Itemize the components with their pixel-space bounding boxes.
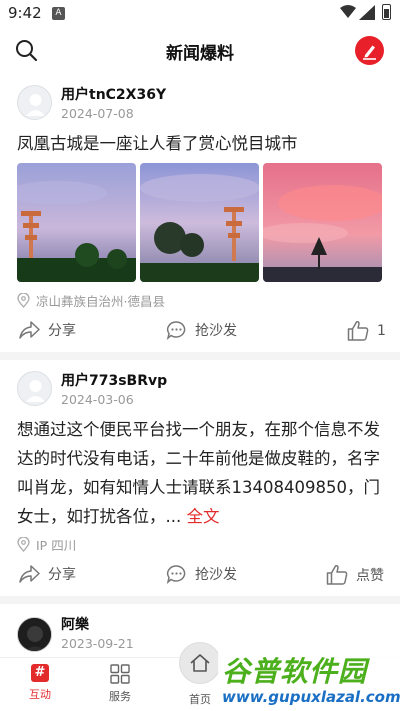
grid-icon — [110, 664, 130, 684]
default-avatar-icon — [18, 372, 51, 405]
avatar[interactable] — [17, 85, 52, 120]
share-icon — [19, 565, 40, 583]
nav-bar: 新闻爆料 — [0, 28, 400, 74]
post-author[interactable]: 阿樂 — [61, 614, 89, 634]
comment-label: 抢沙发 — [195, 567, 237, 583]
share-label: 分享 — [48, 567, 76, 583]
comment-icon — [166, 321, 186, 340]
hashtag-icon: # — [31, 664, 49, 682]
tab-home[interactable]: 首页 — [178, 642, 222, 707]
post-actions: 分享 抢沙发 点赞 — [0, 561, 400, 591]
battery-icon — [382, 4, 391, 20]
home-icon — [190, 654, 210, 672]
like-button[interactable]: 点赞 — [326, 564, 384, 585]
tab-interact[interactable]: # 互动 — [24, 664, 56, 702]
read-more-link[interactable]: 全文 — [181, 507, 219, 526]
home-button[interactable] — [179, 642, 221, 684]
wifi-icon — [340, 5, 356, 18]
user-photo-avatar — [18, 618, 51, 651]
post-author[interactable]: 用户773sBRvp — [61, 370, 167, 390]
status-bar: 9:42 A — [0, 0, 400, 28]
location-pin-icon — [17, 293, 30, 308]
post-divider — [0, 352, 400, 360]
tab-interact-label: 互动 — [29, 688, 51, 701]
thumbs-up-icon — [326, 565, 348, 585]
post-location: IP 四川 — [17, 535, 76, 554]
post-date: 2023-09-21 — [61, 636, 134, 651]
watermark: 谷普软件园 www.gupuxlazal.com — [218, 646, 400, 711]
comment-button[interactable]: 抢沙发 — [166, 320, 237, 340]
post-text[interactable]: 凤凰古城是一座让人看了赏心悦目城市 — [17, 129, 385, 158]
post-divider — [0, 596, 400, 604]
comment-icon — [166, 565, 186, 584]
notification-icon: A — [52, 7, 65, 20]
post-news-button[interactable] — [355, 36, 384, 65]
thumbs-up-icon — [347, 321, 369, 341]
like-count: 1 — [377, 322, 386, 339]
tab-services[interactable]: 服务 — [104, 664, 136, 704]
comment-label: 抢沙发 — [195, 323, 237, 339]
post-photo[interactable] — [17, 163, 136, 282]
default-avatar-icon — [18, 86, 51, 119]
status-time: 9:42 — [8, 4, 42, 22]
watermark-brand: 谷普软件园 — [222, 655, 368, 688]
post-location-text: IP 四川 — [36, 538, 77, 553]
post-actions: 分享 抢沙发 1 — [0, 317, 400, 347]
like-button[interactable]: 1 — [347, 320, 386, 341]
share-button[interactable]: 分享 — [18, 564, 76, 584]
post-author[interactable]: 用户tnC2X36Y — [61, 84, 166, 104]
like-label: 点赞 — [356, 567, 384, 584]
avatar[interactable] — [17, 371, 52, 406]
post-date: 2024-07-08 — [61, 106, 134, 121]
watermark-url: www.gupuxlazal.com — [222, 688, 400, 706]
share-label: 分享 — [48, 323, 76, 339]
post-location: 凉山彝族自治州·德昌县 — [17, 291, 165, 310]
post-photo[interactable] — [263, 163, 382, 282]
page-title: 新闻爆料 — [166, 44, 234, 64]
share-icon — [19, 321, 40, 339]
post-date: 2024-03-06 — [61, 392, 134, 407]
tab-home-label: 首页 — [189, 693, 211, 706]
tab-services-label: 服务 — [109, 690, 131, 703]
location-pin-icon — [17, 537, 30, 552]
comment-button[interactable]: 抢沙发 — [166, 564, 237, 584]
post-photo[interactable] — [140, 163, 259, 282]
signal-icon — [359, 5, 375, 20]
share-button[interactable]: 分享 — [18, 320, 76, 340]
post-text[interactable]: 想通过这个便民平台找一个朋友，在那个信息不发达的时代没有电话，二十年前他是做皮鞋… — [17, 415, 385, 531]
pencil-icon — [363, 45, 376, 60]
avatar[interactable] — [17, 617, 52, 652]
post-location-text: 凉山彝族自治州·德昌县 — [36, 294, 165, 309]
